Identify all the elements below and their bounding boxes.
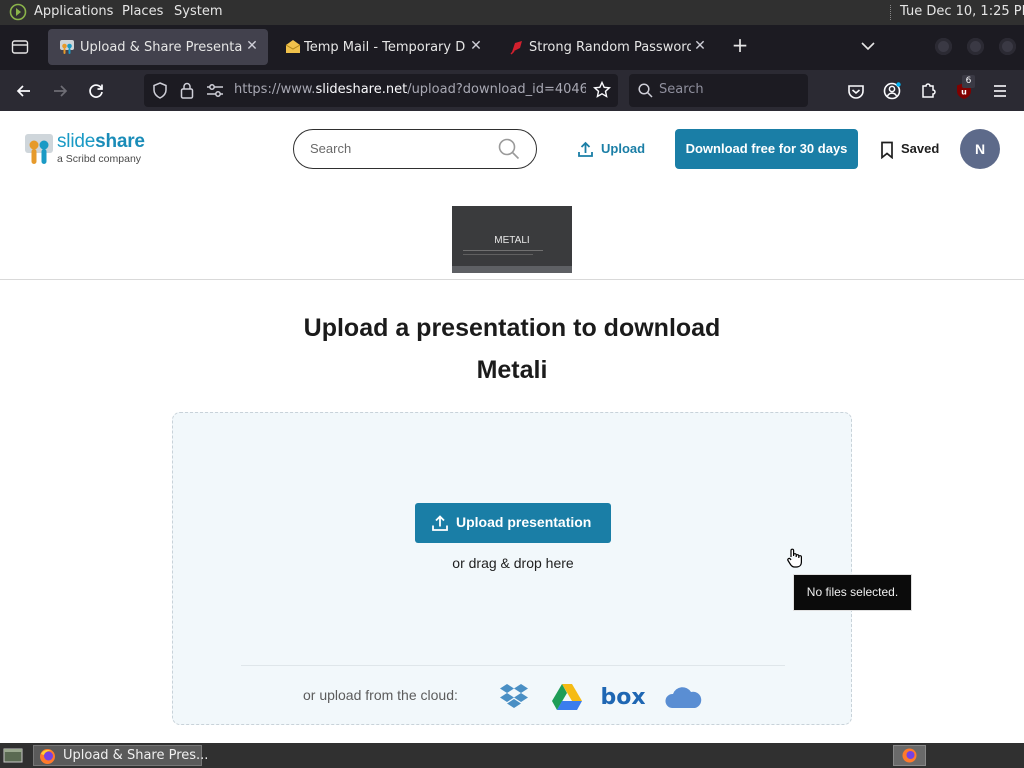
panel-separator (890, 5, 892, 20)
bookmark-star-icon[interactable] (593, 81, 611, 99)
back-arrow-icon[interactable] (11, 78, 37, 104)
presentation-thumbnail: METALI (452, 206, 572, 273)
heading-line-1: Upload a presentation to download (303, 314, 721, 342)
onedrive-icon[interactable] (663, 684, 703, 710)
extensions-puzzle-icon[interactable] (915, 78, 941, 104)
menu-places[interactable]: Places (122, 4, 163, 19)
password-generator-favicon-icon (510, 41, 522, 55)
browser-search-placeholder: Search (659, 82, 704, 97)
hand-pointer-cursor-icon (787, 548, 802, 568)
menu-applications[interactable]: Applications (34, 4, 113, 19)
close-tab-icon[interactable]: ✕ (692, 38, 708, 54)
account-icon[interactable] (879, 78, 905, 104)
tab-title: Temp Mail - Temporary Disp (304, 39, 466, 55)
cloud-upload-label: or upload from the cloud: (303, 687, 458, 703)
forward-arrow-icon[interactable] (47, 78, 73, 104)
thumbnail-footer-bar (452, 266, 572, 273)
tab-slideshare-upload[interactable]: Upload & Share Presentatio ✕ (48, 29, 268, 65)
browser-search-field[interactable]: Search (629, 74, 808, 107)
tracking-protection-shield-icon[interactable] (152, 82, 168, 99)
site-search-input[interactable]: Search (293, 129, 537, 169)
firefox-icon (40, 749, 55, 764)
pocket-icon[interactable] (843, 78, 869, 104)
upload-link-label: Upload (601, 141, 646, 156)
extension-badge: 6 (962, 75, 975, 88)
reload-icon[interactable] (83, 78, 109, 104)
url-text[interactable]: https://www.slideshare.net/upload?downlo… (234, 82, 586, 97)
search-icon (638, 83, 653, 98)
tab-random-password[interactable]: Strong Random Password G ✕ (498, 29, 716, 65)
url-path: /upload?download_id=4046 (407, 82, 586, 97)
taskbar-firefox-window[interactable]: Upload & Share Pres... (33, 745, 208, 766)
distro-logo-icon[interactable] (8, 3, 28, 21)
brand-wordmark: slideshare (57, 131, 145, 153)
window-minimize-button[interactable] (935, 38, 952, 55)
system-taskbar: Upload & Share Pres... (0, 743, 1024, 768)
url-host: slideshare.net (315, 82, 408, 97)
brand-bold: share (95, 131, 145, 152)
close-tab-icon[interactable]: ✕ (468, 38, 484, 54)
upload-icon (432, 515, 448, 531)
tab-temp-mail[interactable]: Temp Mail - Temporary Disp ✕ (274, 29, 492, 65)
show-desktop-icon[interactable] (3, 747, 23, 764)
thumbnail-text-line (463, 250, 543, 251)
slideshare-logo-icon (25, 134, 53, 164)
lock-icon[interactable] (180, 82, 194, 99)
upload-icon (578, 141, 593, 157)
upload-presentation-button[interactable]: Upload presentation (415, 503, 611, 543)
saved-label: Saved (901, 141, 940, 156)
brand-light: slide (57, 131, 96, 152)
thumbnail-text-line (463, 254, 533, 255)
browser-tab-bar: Upload & Share Presentatio ✕ Temp Mail -… (0, 25, 1024, 70)
no-files-tooltip: No files selected. (793, 574, 912, 611)
page-heading: Upload a presentation to download Metali (262, 307, 762, 391)
svg-text:u: u (961, 88, 967, 97)
brand-tagline: a Scribd company (57, 153, 142, 165)
dropbox-icon[interactable] (498, 683, 530, 709)
thumbnail-title: METALI (494, 235, 530, 246)
menu-system[interactable]: System (174, 4, 222, 19)
firefox-tray-icon (902, 748, 917, 763)
hamburger-menu-icon[interactable] (987, 78, 1013, 104)
system-top-panel: Applications Places System Tue Dec 10, 1… (0, 0, 1024, 25)
box-logo-text: box (601, 685, 645, 710)
chevron-down-icon[interactable] (860, 40, 876, 52)
file-drop-zone[interactable]: Upload presentation or drag & drop here … (172, 412, 852, 725)
browser-nav-bar: https://www.slideshare.net/upload?downlo… (0, 70, 1024, 111)
list-all-tabs-icon[interactable] (11, 39, 29, 55)
heading-line-2: Metali (476, 356, 548, 384)
site-permissions-icon[interactable] (206, 83, 224, 98)
close-tab-icon[interactable]: ✕ (244, 38, 260, 54)
clock[interactable]: Tue Dec 10, 1:25 PM (900, 4, 1024, 19)
box-icon[interactable]: box (601, 683, 645, 711)
cloud-divider (241, 665, 785, 666)
web-page: slideshare a Scribd company Search Uploa… (0, 111, 1024, 743)
drag-drop-hint: or drag & drop here (452, 555, 574, 571)
window-close-button[interactable] (999, 38, 1016, 55)
new-tab-plus-icon[interactable]: + (730, 35, 750, 55)
window-maximize-button[interactable] (967, 38, 984, 55)
bookmark-icon (881, 141, 893, 159)
user-avatar[interactable]: N (960, 129, 1000, 169)
download-free-button[interactable]: Download free for 30 days (675, 129, 858, 169)
slideshare-favicon-icon (60, 40, 74, 54)
temp-mail-favicon-icon (285, 40, 301, 53)
url-prefix: https://www. (234, 82, 316, 97)
url-bar[interactable]: https://www.slideshare.net/upload?downlo… (144, 74, 618, 107)
upload-presentation-label: Upload presentation (456, 514, 592, 530)
tab-title: Upload & Share Presentatio (80, 39, 242, 55)
search-icon[interactable] (498, 138, 520, 160)
site-search-placeholder: Search (310, 141, 352, 156)
google-drive-icon[interactable] (551, 683, 583, 711)
header-divider (0, 279, 1024, 280)
tab-title: Strong Random Password G (529, 39, 691, 55)
taskbar-window-label: Upload & Share Pres... (63, 748, 209, 763)
workspace-switcher[interactable] (893, 745, 926, 766)
